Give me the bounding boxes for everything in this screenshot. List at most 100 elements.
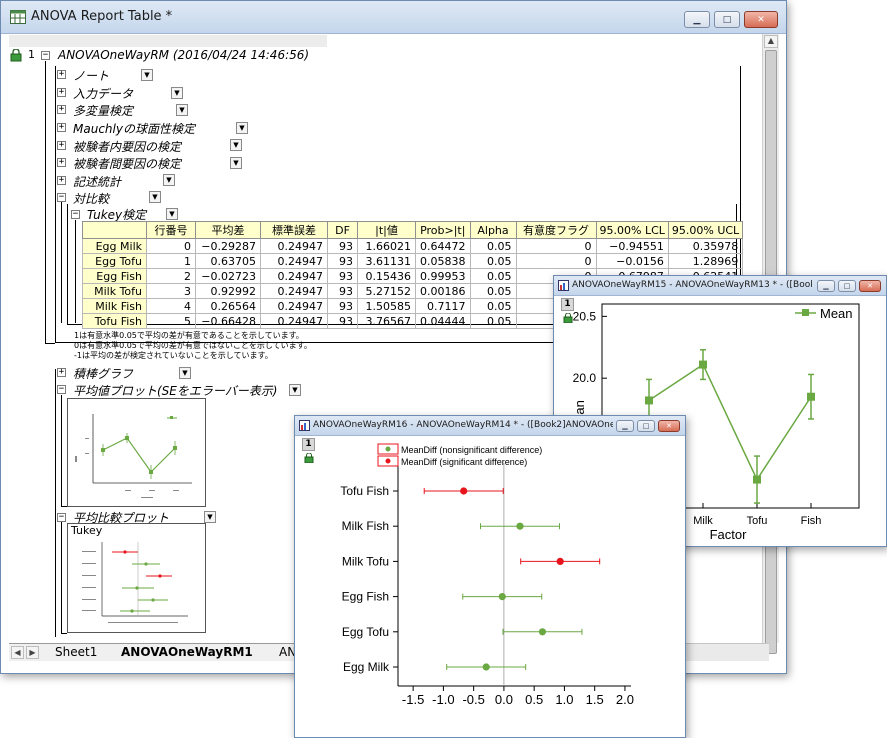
collapse-node-tukey[interactable]: − (71, 210, 80, 219)
mean-compare-titlebar[interactable]: ANOVAOneWayRM16 - ANOVAOneWayRM14 * - ([… (295, 416, 685, 436)
node-input-dropdown[interactable]: ▼ (171, 87, 183, 99)
node-mean-plot-dropdown[interactable]: ▼ (289, 384, 301, 396)
minimize-button[interactable]: ▁ (616, 420, 634, 432)
tab-scroll-right-icon[interactable]: ▶ (26, 646, 39, 659)
row-label[interactable]: Milk Tofu (82, 283, 147, 299)
node-input-data[interactable]: 入力データ (73, 85, 133, 102)
mean-plot-titlebar[interactable]: ANOVAOneWayRM15 - ANOVAOneWayRM13 * - ([… (554, 276, 886, 296)
mean-plot-thumbnail[interactable] (67, 398, 206, 507)
column-header[interactable]: Alpha (469, 221, 517, 239)
node-mean-plot[interactable]: 平均値プロット(SEをエラーバー表示) (73, 382, 277, 399)
column-header[interactable]: 平均差 (195, 221, 261, 239)
table-cell[interactable]: 0.05 (469, 238, 517, 254)
node-descriptive[interactable]: 記述統計 (73, 173, 121, 190)
expand-node-mauchly[interactable]: + (57, 123, 66, 132)
node-between-dropdown[interactable]: ▼ (230, 157, 242, 169)
node-multivariate[interactable]: 多変量検定 (73, 102, 133, 119)
table-cell[interactable]: 0 (146, 238, 196, 254)
expand-node-descriptive[interactable]: + (57, 176, 66, 185)
node-pairwise-dropdown[interactable]: ▼ (149, 191, 161, 203)
table-cell[interactable]: 93 (327, 238, 358, 254)
column-header[interactable]: |t|値 (357, 221, 416, 239)
table-cell[interactable]: 93 (327, 283, 358, 299)
collapse-node-compare-plot[interactable]: − (57, 513, 66, 522)
column-header[interactable]: 有意度フラグ (515, 221, 597, 239)
expand-node-within[interactable]: + (57, 141, 66, 150)
table-cell[interactable]: 93 (327, 313, 358, 329)
table-cell[interactable]: 0.24947 (260, 313, 328, 329)
minimize-button[interactable]: ▁ (817, 280, 835, 292)
row-label[interactable]: Egg Fish (82, 268, 147, 284)
table-cell[interactable]: −0.02723 (195, 268, 261, 284)
table-cell[interactable]: 0.05 (469, 298, 517, 314)
table-cell[interactable]: 93 (327, 298, 358, 314)
column-header[interactable]: 95.00% LCL (595, 221, 669, 239)
table-cell[interactable]: 0.24947 (260, 283, 328, 299)
column-header[interactable]: 95.00% UCL (667, 221, 744, 239)
row-label[interactable]: Egg Milk (82, 238, 147, 254)
node-multivariate-dropdown[interactable]: ▼ (176, 104, 188, 116)
node-note-dropdown[interactable]: ▼ (141, 69, 153, 81)
collapse-root-toggle[interactable]: − (41, 51, 50, 60)
minimize-button[interactable]: ▁ (684, 11, 710, 28)
table-cell[interactable]: 93 (327, 268, 358, 284)
table-cell[interactable]: 0.15436 (357, 268, 416, 284)
node-mauchly-dropdown[interactable]: ▼ (236, 122, 248, 134)
table-cell[interactable]: 0.24947 (260, 298, 328, 314)
table-cell[interactable]: 0.05838 (415, 253, 471, 269)
expand-node-input[interactable]: + (57, 88, 66, 97)
expand-node-stacked-bar[interactable]: + (57, 368, 66, 377)
table-cell[interactable]: 0.00186 (415, 283, 471, 299)
node-tukey-dropdown[interactable]: ▼ (166, 208, 178, 220)
node-within-subject[interactable]: 被験者内要因の検定 (73, 138, 181, 155)
mean-compare-chart[interactable]: -1.5 -1.0 -0.5 0.0 0.5 1.0 1.5 2.0 Tofu Fish Milk… (295, 436, 685, 737)
column-header[interactable]: 標準誤差 (260, 221, 328, 239)
maximize-button[interactable]: □ (714, 11, 740, 28)
table-cell[interactable]: 3 (146, 283, 196, 299)
table-cell[interactable]: 0.05 (469, 253, 517, 269)
expand-node-between[interactable]: + (57, 158, 66, 167)
maximize-button[interactable]: □ (637, 420, 655, 432)
node-within-dropdown[interactable]: ▼ (230, 139, 242, 151)
node-note[interactable]: ノート (73, 67, 109, 84)
table-cell[interactable]: 93 (327, 253, 358, 269)
table-cell[interactable]: 0.99953 (415, 268, 471, 284)
tab-anovaonewayrm1[interactable]: ANOVAOneWayRM1 (121, 645, 253, 661)
collapse-node-pairwise[interactable]: − (57, 193, 66, 202)
table-cell[interactable]: 0.7117 (415, 298, 471, 314)
table-cell[interactable]: 0 (515, 253, 597, 269)
table-cell[interactable]: 0.05 (469, 268, 517, 284)
node-stacked-bar[interactable]: 積棒グラフ (73, 365, 133, 382)
tab-scroll-left-icon[interactable]: ◀ (11, 646, 24, 659)
table-cell[interactable]: 0.24947 (260, 253, 328, 269)
table-cell[interactable]: 0.05 (469, 313, 517, 329)
table-cell[interactable]: 1 (146, 253, 196, 269)
row-label[interactable]: Milk Fish (82, 298, 147, 314)
table-cell[interactable]: −0.0156 (595, 253, 669, 269)
table-cell[interactable]: 0.26564 (195, 298, 261, 314)
table-cell[interactable]: 0.35978 (667, 238, 744, 254)
expand-node-multivariate[interactable]: + (57, 105, 66, 114)
table-cell[interactable]: 4 (146, 298, 196, 314)
table-cell[interactable]: 0.24947 (260, 238, 328, 254)
row-label[interactable]: Tofu Fish (82, 313, 147, 329)
table-cell[interactable]: −0.94551 (595, 238, 669, 254)
column-header[interactable] (82, 221, 147, 239)
table-cell[interactable]: 3.76567 (357, 313, 416, 329)
maximize-button[interactable]: □ (838, 280, 856, 292)
table-cell[interactable]: 0.64472 (415, 238, 471, 254)
collapse-node-mean-plot[interactable]: − (57, 385, 66, 394)
report-titlebar[interactable]: ANOVA Report Table * ▁ □ ✕ (1, 1, 786, 34)
compare-plot-thumbnail[interactable]: Tukey (67, 523, 206, 633)
table-cell[interactable]: −0.29287 (195, 238, 261, 254)
close-button[interactable]: ✕ (744, 11, 778, 28)
table-cell[interactable]: 1.28969 (667, 253, 744, 269)
table-cell[interactable]: 5 (146, 313, 196, 329)
scroll-up-icon[interactable]: ▲ (764, 35, 778, 48)
node-descriptive-dropdown[interactable]: ▼ (163, 174, 175, 186)
node-stacked-bar-dropdown[interactable]: ▼ (179, 367, 191, 379)
column-header[interactable]: Prob>|t| (415, 221, 471, 239)
close-button[interactable]: ✕ (658, 420, 680, 432)
expand-node-note[interactable]: + (57, 70, 66, 79)
table-cell[interactable]: 5.27152 (357, 283, 416, 299)
